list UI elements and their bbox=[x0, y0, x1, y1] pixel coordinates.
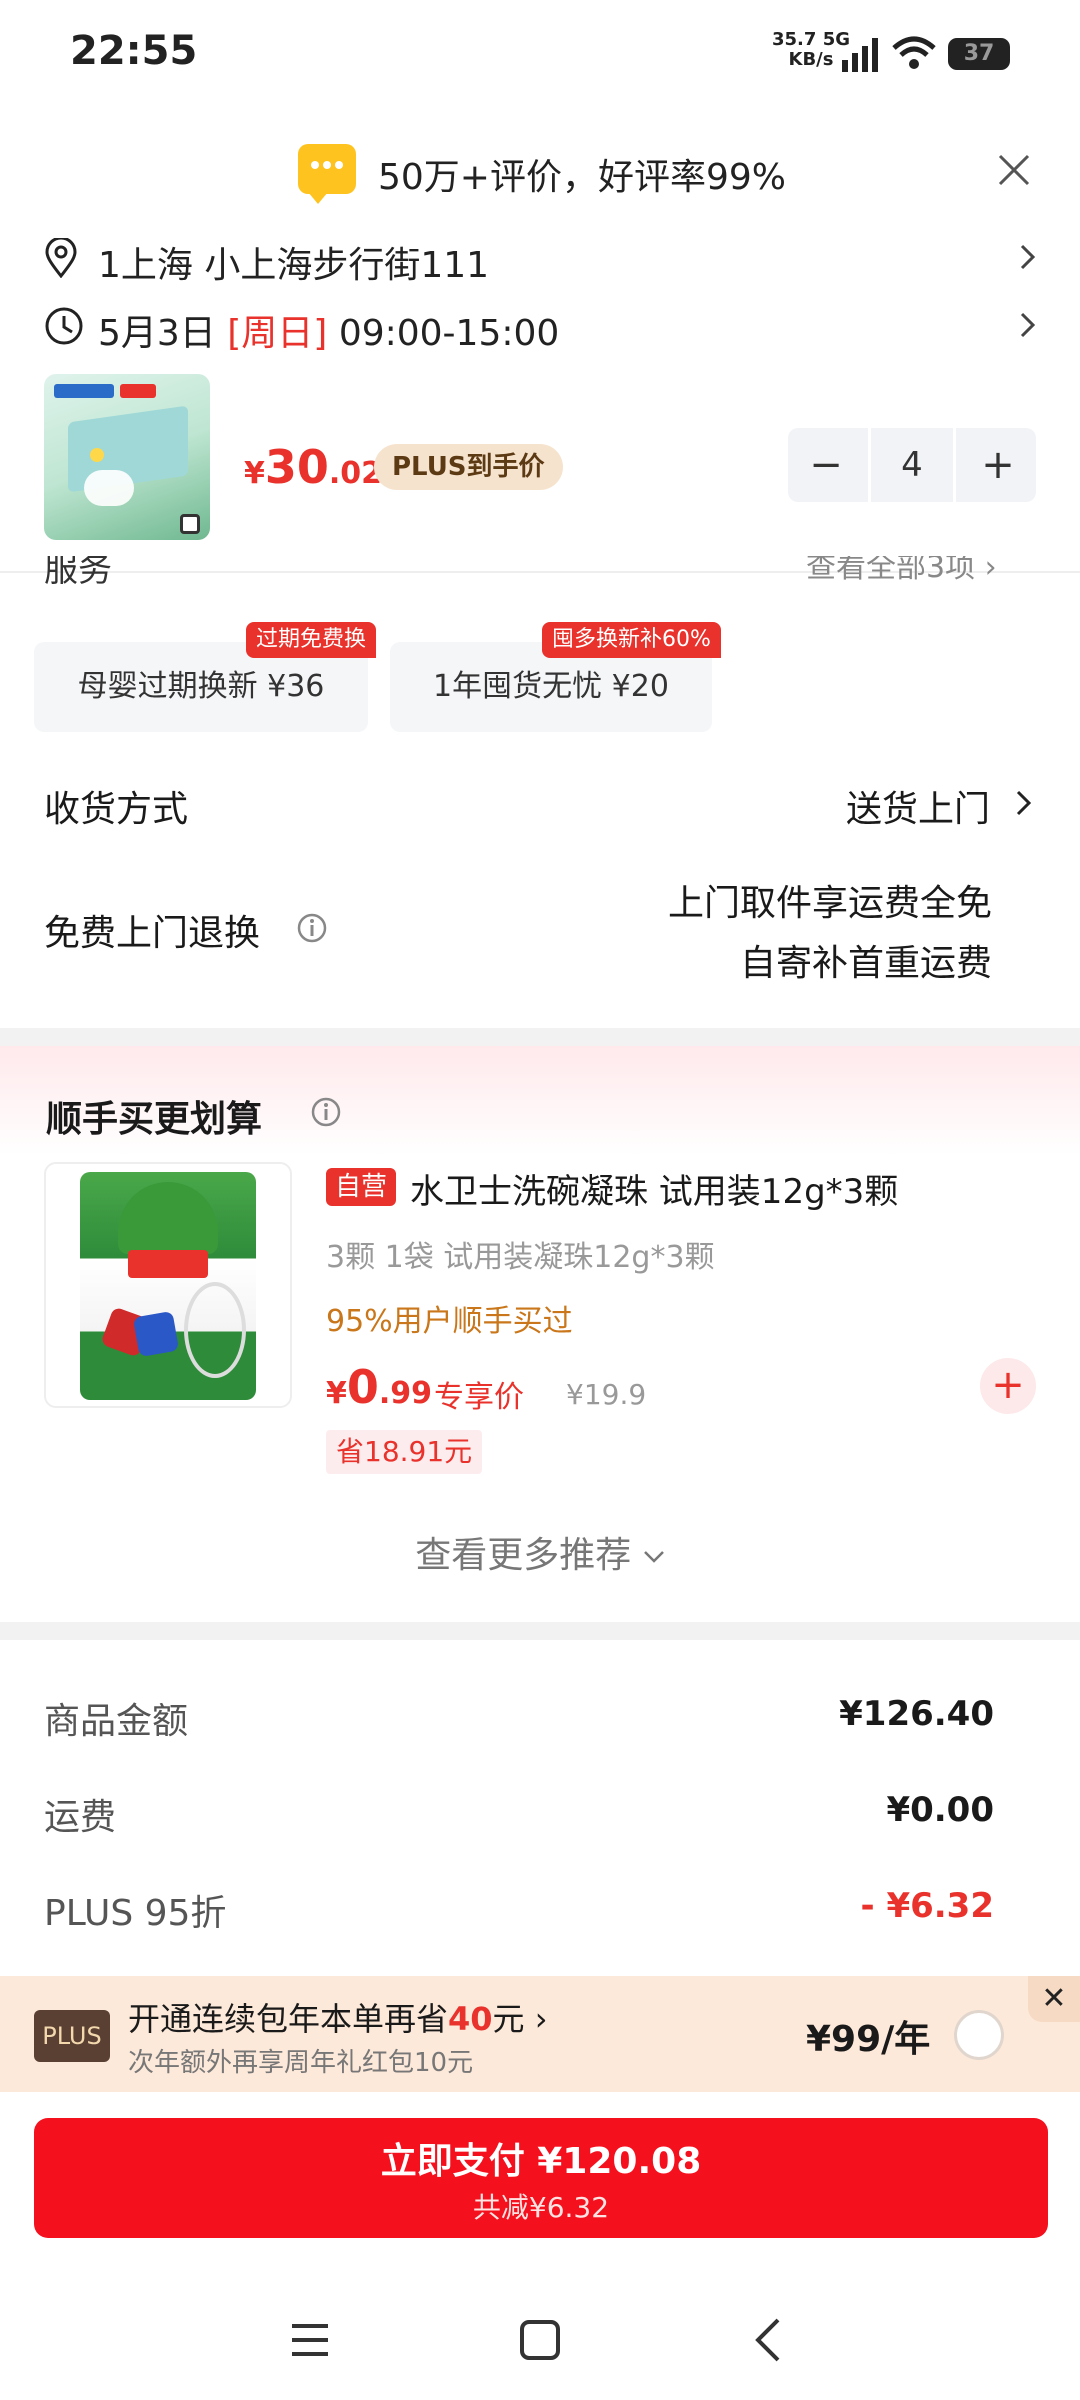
delivery-time-row[interactable]: 5月3日 [周日] 09:00-15:00 bbox=[0, 296, 1080, 356]
battery-icon: 37 bbox=[948, 38, 1010, 70]
review-text: 50万+评价，好评率99% bbox=[378, 157, 786, 198]
services-title: 服务 bbox=[44, 556, 112, 590]
plus-promo-title: 开通连续包年本单再省40元 › bbox=[128, 2000, 548, 2038]
back-icon[interactable] bbox=[752, 2316, 784, 2364]
plus-promo-subtitle: 次年额外再享周年礼红包10元 bbox=[128, 2048, 474, 2078]
returns-line-2: 自寄补首重运费 bbox=[739, 943, 992, 984]
subtotal-label: 商品金额 bbox=[44, 1701, 189, 1742]
system-nav-bar bbox=[0, 2290, 1080, 2400]
close-icon[interactable] bbox=[994, 150, 1034, 190]
pay-now-button[interactable]: 立即支付 ¥120.08 共减¥6.32 bbox=[34, 2118, 1048, 2238]
info-icon[interactable] bbox=[310, 1096, 342, 1128]
returns-line-1: 上门取件享运费全免 bbox=[667, 883, 992, 924]
pay-now-label: 立即支付 ¥120.08 bbox=[380, 2141, 702, 2182]
service-badge-2: 囤多换新补60% bbox=[542, 622, 721, 658]
services-see-all[interactable]: 查看全部3项 › bbox=[806, 556, 997, 590]
exclusive-price-label: 专享价 bbox=[434, 1380, 524, 1415]
recommend-price: ¥0.99 bbox=[326, 1360, 433, 1414]
shipping-fee-label: 运费 bbox=[44, 1797, 117, 1838]
decrease-button[interactable]: − bbox=[788, 428, 864, 502]
net-speed: 35.7 5G KB/s bbox=[772, 29, 851, 70]
returns-label: 免费上门退换 bbox=[44, 913, 261, 954]
plus-discount-value: - ¥6.32 bbox=[860, 1886, 995, 1926]
plus-promo-price: ¥99/年 bbox=[806, 2019, 931, 2060]
chevron-right-icon bbox=[1020, 244, 1036, 270]
chevron-right-icon bbox=[1020, 312, 1036, 338]
section-gap bbox=[0, 1028, 1080, 1046]
chat-bubble-icon bbox=[298, 144, 356, 204]
clock-icon bbox=[45, 307, 83, 345]
shipping-label: 收货方式 bbox=[44, 789, 189, 830]
product-price: ¥30.02 bbox=[244, 440, 383, 494]
original-price: ¥19.9 bbox=[566, 1378, 647, 1411]
service-badge-1: 过期免费换 bbox=[246, 622, 377, 658]
increase-button[interactable]: + bbox=[960, 428, 1036, 502]
review-banner: 50万+评价，好评率99% bbox=[0, 140, 1080, 204]
shipping-value[interactable]: 送货上门 bbox=[700, 780, 990, 832]
pay-discount-label: 共减¥6.32 bbox=[472, 2191, 610, 2224]
address-row[interactable]: 1上海 小上海步行街111 bbox=[0, 228, 1080, 288]
address-text: 1上海 小上海步行街111 bbox=[98, 245, 490, 286]
info-icon[interactable] bbox=[296, 912, 328, 944]
shipping-fee-value: ¥0.00 bbox=[886, 1790, 994, 1830]
section-gap bbox=[0, 1622, 1080, 1640]
recommend-product-image[interactable] bbox=[44, 1162, 292, 1408]
recommend-product-name[interactable]: 水卫士洗碗凝珠 试用装12g*3颗 bbox=[410, 1164, 898, 1213]
menu-icon[interactable] bbox=[288, 2318, 332, 2362]
plus-discount-label: PLUS 95折 bbox=[44, 1893, 227, 1934]
chevron-down-icon bbox=[643, 1551, 664, 1563]
plus-logo: PLUS bbox=[34, 2010, 110, 2062]
status-time: 22:55 bbox=[70, 28, 198, 74]
delivery-text: 5月3日 [周日] 09:00-15:00 bbox=[98, 313, 560, 354]
recommend-stat: 95%用户顺手买过 bbox=[326, 1304, 573, 1339]
save-amount-badge: 省18.91元 bbox=[326, 1430, 483, 1474]
plus-price-tag: PLUS到手价 bbox=[374, 444, 563, 490]
chevron-right-icon[interactable] bbox=[1014, 788, 1034, 818]
recommend-product-spec: 3颗 1袋 试用装凝珠12g*3颗 bbox=[326, 1240, 715, 1275]
plus-promo-radio[interactable] bbox=[954, 2010, 1004, 2060]
status-bar: 22:55 35.7 5G KB/s 37 bbox=[0, 0, 1080, 110]
add-to-order-button[interactable]: + bbox=[980, 1358, 1036, 1414]
self-operated-tag: 自营 bbox=[326, 1168, 396, 1206]
subtotal-value: ¥126.40 bbox=[839, 1694, 994, 1734]
delivery-weekday: [周日] bbox=[227, 313, 328, 354]
close-icon[interactable]: ✕ bbox=[1028, 1976, 1080, 2022]
recommend-title: 顺手买更划算 bbox=[46, 1099, 263, 1140]
home-icon[interactable] bbox=[518, 2318, 562, 2362]
wifi-icon bbox=[892, 36, 936, 69]
location-icon bbox=[45, 238, 77, 278]
plus-promo-bar[interactable]: PLUS 开通连续包年本单再省40元 › 次年额外再享周年礼红包10元 ¥99/… bbox=[0, 1976, 1080, 2092]
quantity-value[interactable]: 4 bbox=[868, 428, 956, 502]
product-image[interactable] bbox=[44, 374, 210, 540]
see-more-recommend[interactable]: 查看更多推荐 bbox=[0, 1526, 1080, 1578]
quantity-stepper: − 4 + bbox=[788, 428, 1036, 502]
signal-icon bbox=[842, 38, 878, 72]
